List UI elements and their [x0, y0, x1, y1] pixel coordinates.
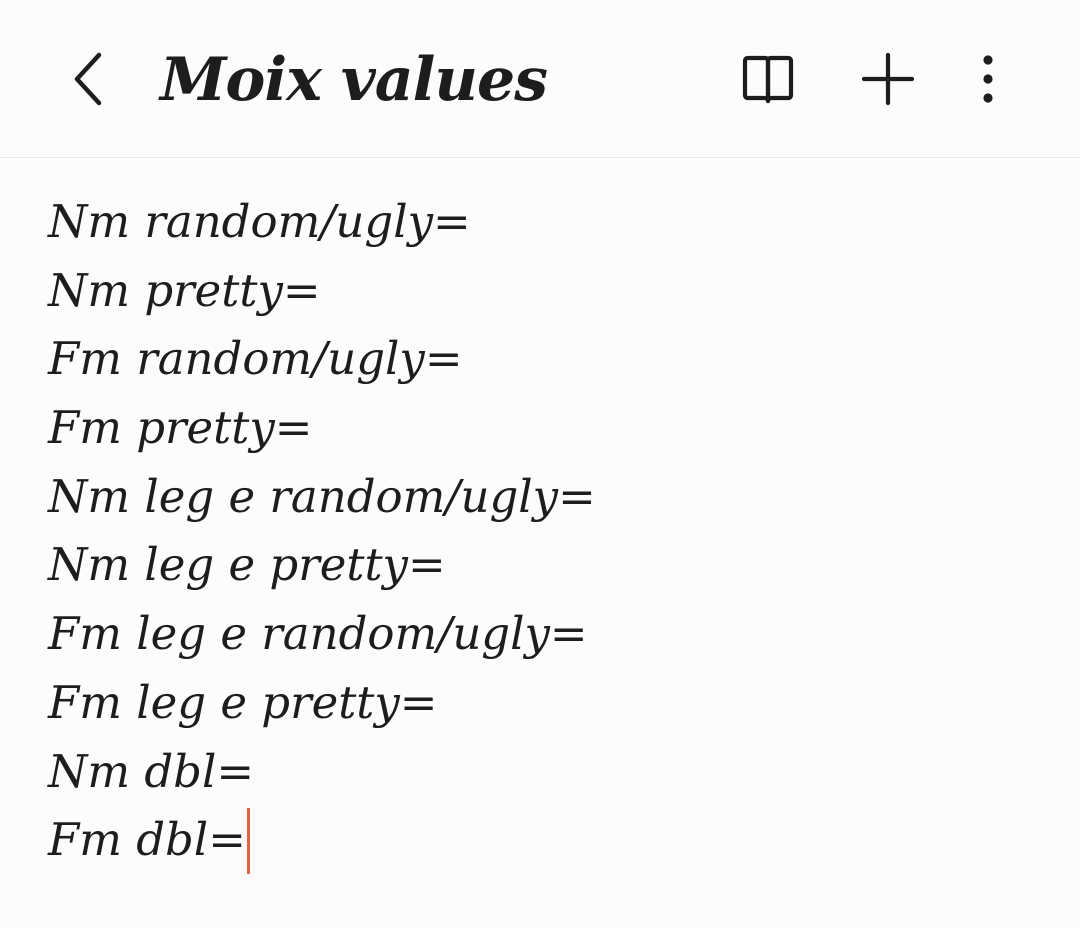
- note-line[interactable]: Fm pretty=: [48, 394, 1028, 463]
- note-line[interactable]: Fm leg e random/ugly=: [48, 600, 1028, 669]
- reading-mode-button[interactable]: [733, 46, 803, 116]
- note-line[interactable]: Fm random/ugly=: [48, 325, 1028, 394]
- top-app-bar: Moix values: [0, 0, 1080, 158]
- note-line-text: Fm random/ugly=: [48, 332, 463, 386]
- note-line[interactable]: Nm leg e pretty=: [48, 531, 1028, 600]
- note-line-text: Nm pretty=: [48, 263, 321, 317]
- note-line[interactable]: Nm random/ugly=: [48, 188, 1028, 257]
- back-button[interactable]: [58, 46, 118, 116]
- note-line-text: Nm leg e random/ugly=: [48, 469, 596, 523]
- note-line-text: Nm random/ugly=: [48, 195, 471, 248]
- text-cursor: [246, 807, 250, 874]
- chevron-left-icon: [68, 47, 108, 115]
- more-vertical-icon: [980, 53, 996, 109]
- note-line-text: Nm leg e pretty=: [48, 538, 446, 592]
- note-line-active[interactable]: Fm dbl=: [48, 806, 1028, 875]
- note-line-text: Fm dbl=: [48, 813, 246, 867]
- note-line[interactable]: Nm leg e random/ugly=: [48, 463, 1028, 532]
- open-book-icon: [740, 53, 796, 109]
- note-line-text: Fm leg e pretty=: [48, 675, 438, 729]
- note-line[interactable]: Nm dbl=: [48, 738, 1028, 807]
- note-line[interactable]: Nm pretty=: [48, 257, 1028, 326]
- add-button[interactable]: [853, 46, 923, 116]
- notes-app: Moix values Nm random/ugly= Nm pretty= F…: [0, 0, 1080, 928]
- note-line[interactable]: Fm leg e pretty=: [48, 669, 1028, 738]
- note-line-text: Fm leg e random/ugly=: [48, 607, 588, 661]
- note-line-text: Nm dbl=: [48, 744, 255, 798]
- more-options-button[interactable]: [953, 46, 1023, 116]
- note-title[interactable]: Moix values: [160, 38, 548, 122]
- note-line-text: Fm pretty=: [48, 401, 313, 455]
- plus-icon: [860, 51, 916, 111]
- note-content-editor[interactable]: Nm random/ugly= Nm pretty= Fm random/ugl…: [48, 188, 1028, 875]
